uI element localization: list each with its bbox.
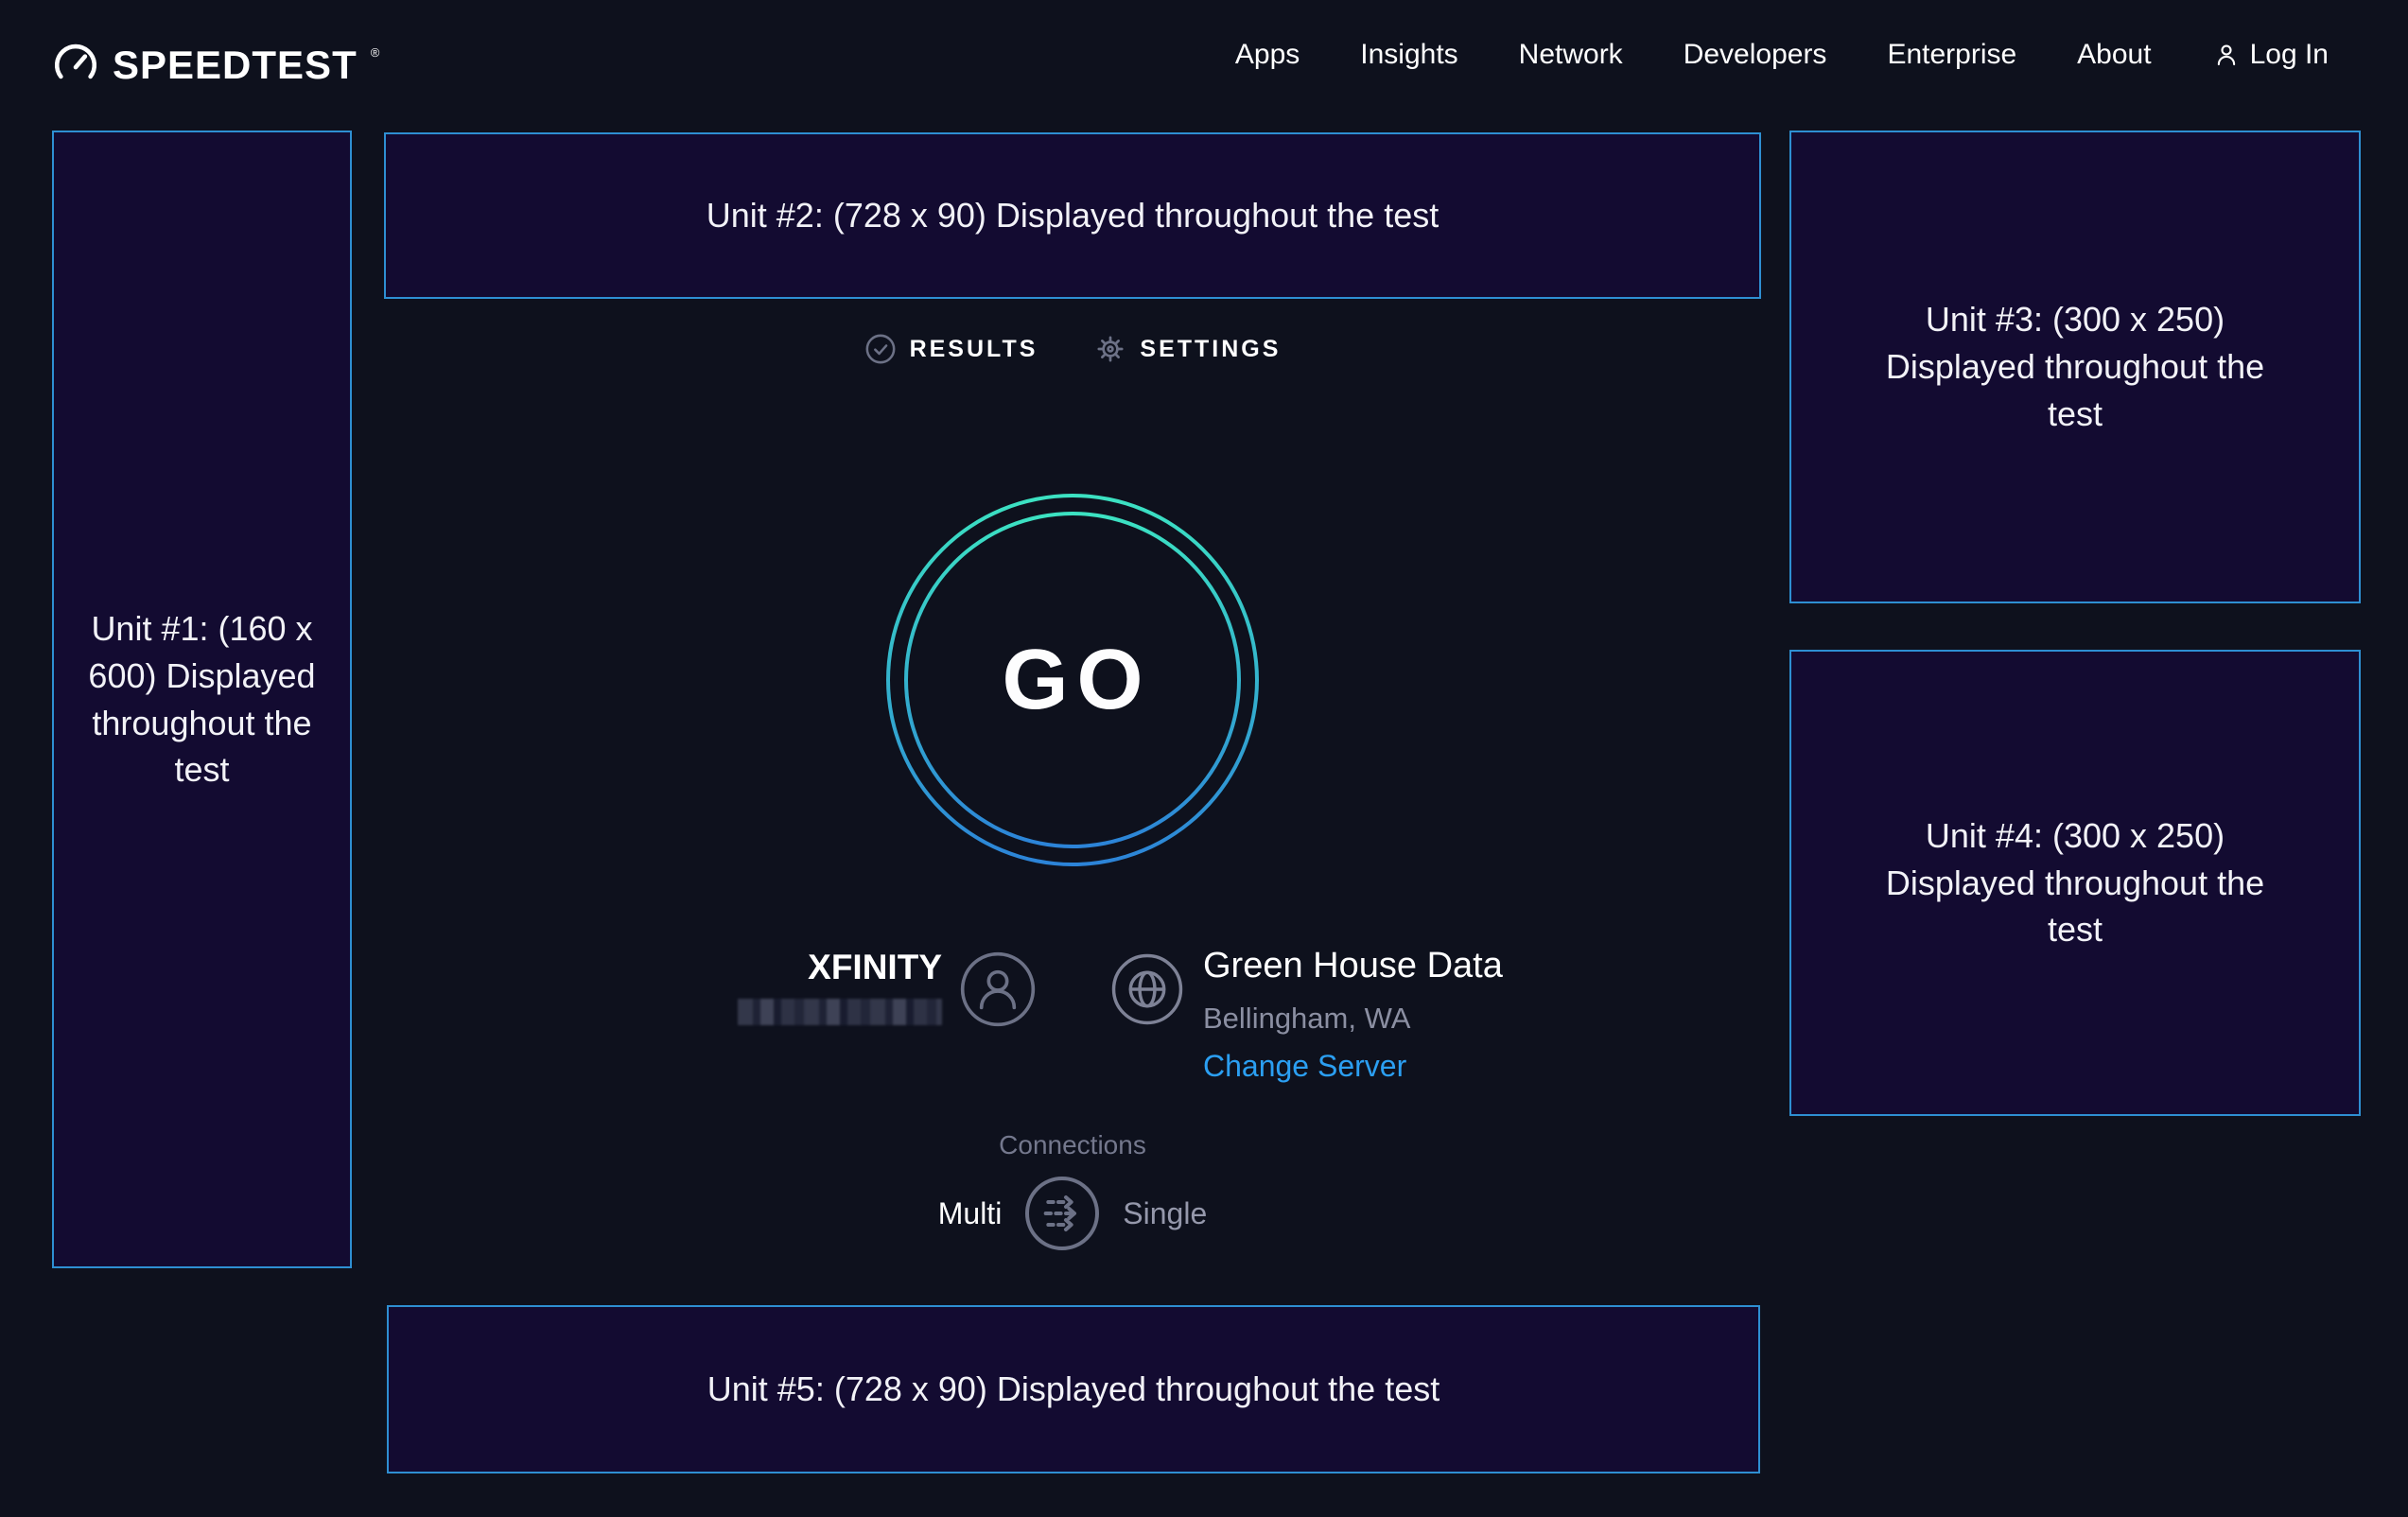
connections-label: Connections: [384, 1130, 1761, 1160]
person-circle-icon: [960, 951, 1036, 1027]
ad-unit-4: Unit #4: (300 x 250) Displayed throughou…: [1789, 650, 2361, 1116]
login-button[interactable]: Log In: [2212, 39, 2329, 71]
gear-icon: [1094, 333, 1126, 365]
gauge-icon: [52, 42, 99, 89]
go-button-inner-ring: [904, 512, 1241, 848]
isp-ip-redacted: [738, 999, 942, 1025]
server-location: Bellingham, WA: [1203, 1002, 1503, 1036]
nav-enterprise[interactable]: Enterprise: [1887, 39, 2016, 71]
isp-name: XFINITY: [668, 948, 942, 987]
ad-unit-1: Unit #1: (160 x 600) Displayed throughou…: [52, 131, 352, 1268]
tabs-row: RESULTS SETTINGS: [384, 333, 1761, 365]
tab-settings[interactable]: SETTINGS: [1094, 333, 1281, 365]
tab-results[interactable]: RESULTS: [864, 333, 1038, 365]
speedtest-logo[interactable]: SPEEDTEST ®: [52, 42, 379, 89]
logo-trademark: ®: [371, 45, 380, 60]
logo-text: SPEEDTEST: [113, 43, 358, 88]
globe-circle-icon: [1111, 953, 1183, 1025]
user-icon: [2212, 41, 2241, 69]
nav-about[interactable]: About: [2077, 39, 2151, 71]
results-label: RESULTS: [910, 336, 1038, 363]
isp-block: XFINITY: [668, 948, 942, 1025]
connections-row: Multi Single: [384, 1176, 1761, 1251]
settings-label: SETTINGS: [1140, 336, 1281, 363]
login-label: Log In: [2250, 39, 2329, 71]
check-circle-icon: [864, 333, 897, 365]
connections-single-option[interactable]: Single: [1123, 1196, 1207, 1231]
speedtest-panel: RESULTS SETTINGS GO: [384, 0, 1761, 1517]
ad-unit-3: Unit #3: (300 x 250) Displayed throughou…: [1789, 131, 2361, 603]
connections-toggle-icon[interactable]: [1024, 1176, 1100, 1251]
ad-unit-4-text: Unit #4: (300 x 250) Displayed throughou…: [1858, 812, 2293, 953]
connections-multi-option[interactable]: Multi: [938, 1196, 1003, 1231]
server-name: Green House Data: [1203, 946, 1503, 986]
ad-unit-3-text: Unit #3: (300 x 250) Displayed throughou…: [1858, 296, 2293, 437]
server-block: Green House Data Bellingham, WA Change S…: [1203, 946, 1503, 1084]
ad-unit-1-text: Unit #1: (160 x 600) Displayed throughou…: [86, 605, 318, 793]
change-server-link[interactable]: Change Server: [1203, 1049, 1406, 1084]
